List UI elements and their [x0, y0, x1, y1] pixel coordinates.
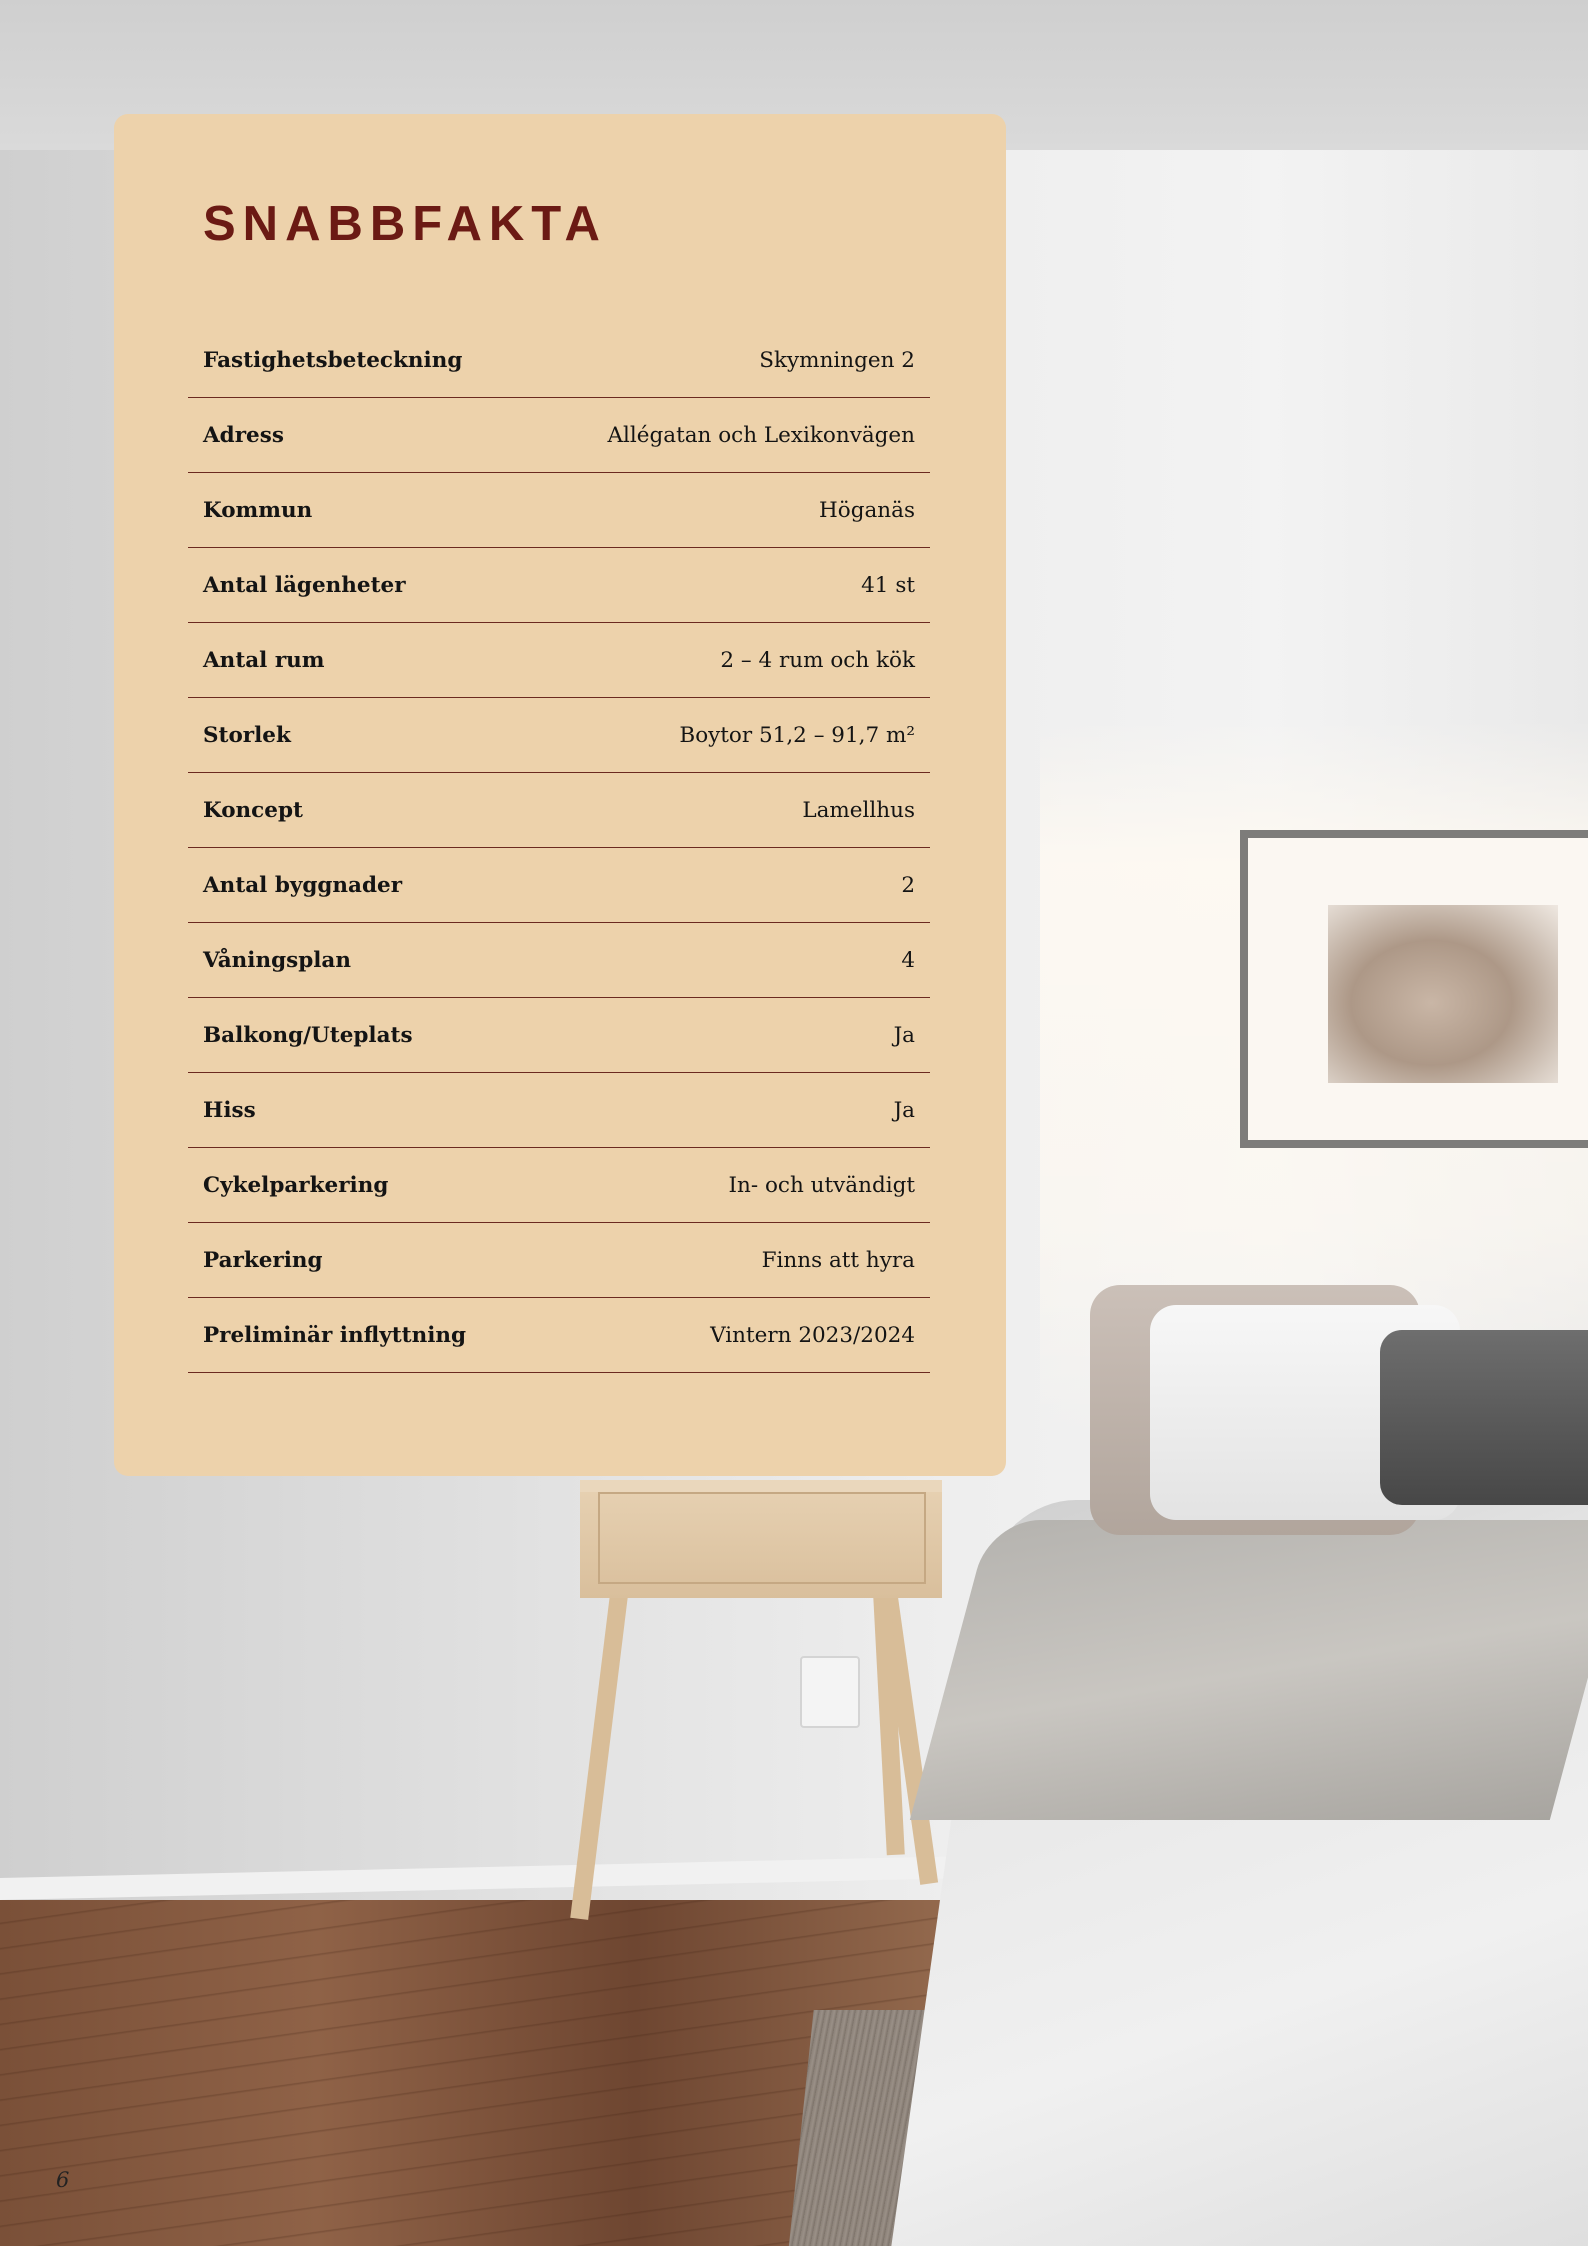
fact-label: Antal byggnader	[203, 872, 403, 898]
fact-row: Kommun Höganäs	[188, 473, 930, 548]
fact-value: 41 st	[861, 572, 915, 598]
fact-label: Parkering	[203, 1247, 323, 1273]
nightstand-drawer	[598, 1492, 926, 1584]
fact-row: Preliminär inflyttning Vintern 2023/2024	[188, 1298, 930, 1373]
bed-throw	[909, 1520, 1588, 1820]
fact-value: 2	[901, 872, 915, 898]
fact-list: Fastighetsbeteckning Skymningen 2 Adress Al…	[188, 323, 930, 1373]
pillow	[1380, 1330, 1588, 1505]
fact-label: Adress	[203, 422, 284, 448]
fact-label: Storlek	[203, 722, 291, 748]
fact-label: Antal lägenheter	[203, 572, 406, 598]
fact-value: Skymningen 2	[759, 347, 915, 373]
fact-row: Koncept Lamellhus	[188, 773, 930, 848]
fact-row: Adress Allégatan och Lexikonvägen	[188, 398, 930, 473]
fact-label: Kommun	[203, 497, 313, 523]
fact-label: Hiss	[203, 1097, 256, 1123]
fact-value: 4	[901, 947, 915, 973]
wall-outlet	[800, 1656, 860, 1728]
fact-value: 2 – 4 rum och kök	[720, 647, 915, 673]
fact-value: Boytor 51,2 – 91,7 m²	[679, 722, 915, 748]
fact-row: Fastighetsbeteckning Skymningen 2	[188, 323, 930, 398]
fact-value: Ja	[893, 1097, 915, 1123]
fact-row: Antal lägenheter 41 st	[188, 548, 930, 623]
fact-row: Antal rum 2 – 4 rum och kök	[188, 623, 930, 698]
fact-row: Storlek Boytor 51,2 – 91,7 m²	[188, 698, 930, 773]
card-title: SNABBFAKTA	[203, 197, 607, 251]
fact-value: Allégatan och Lexikonvägen	[607, 422, 915, 448]
fact-label: Balkong/Uteplats	[203, 1022, 413, 1048]
fact-row: Balkong/Uteplats Ja	[188, 998, 930, 1073]
fact-value: In- och utvändigt	[728, 1172, 915, 1198]
fact-label: Preliminär inflyttning	[203, 1322, 467, 1348]
fact-value: Finns att hyra	[761, 1247, 915, 1273]
fact-value: Ja	[893, 1022, 915, 1048]
fact-label: Fastighetsbeteckning	[203, 347, 463, 373]
fact-label: Våningsplan	[203, 947, 351, 973]
fact-row: Parkering Finns att hyra	[188, 1223, 930, 1298]
fact-label: Koncept	[203, 797, 303, 823]
fact-value: Lamellhus	[802, 797, 915, 823]
fact-label: Antal rum	[203, 647, 325, 673]
fact-value: Höganäs	[819, 497, 915, 523]
fact-row: Hiss Ja	[188, 1073, 930, 1148]
fact-row: Antal byggnader 2	[188, 848, 930, 923]
fact-row: Våningsplan 4	[188, 923, 930, 998]
page-number: 6	[56, 2168, 70, 2192]
portrait-artwork	[1328, 905, 1558, 1083]
fact-value: Vintern 2023/2024	[710, 1322, 915, 1348]
fact-row: Cykelparkering In- och utvändigt	[188, 1148, 930, 1223]
fact-label: Cykelparkering	[203, 1172, 389, 1198]
